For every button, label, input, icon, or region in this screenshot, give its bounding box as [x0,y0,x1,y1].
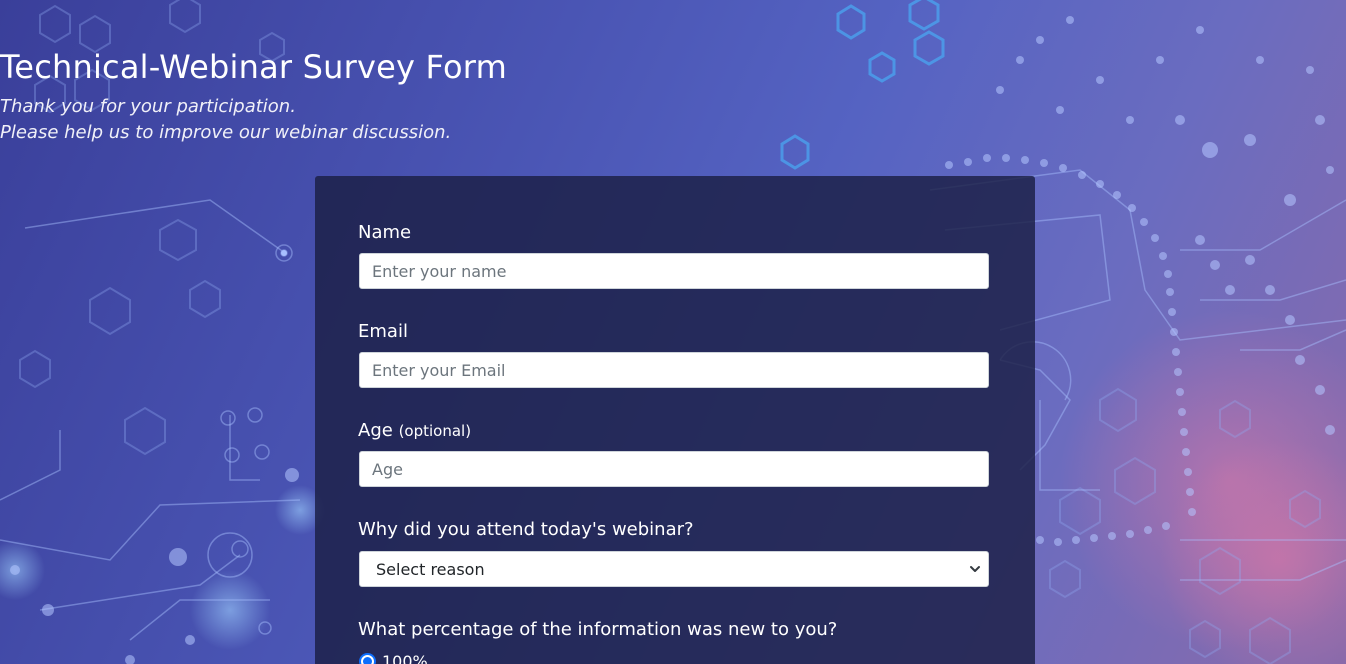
percentage-option-100[interactable]: 100% [359,652,428,664]
page-subtitle-thanks: Thank you for your participation. [0,96,296,117]
page-title: Technical-Webinar Survey Form [0,48,507,86]
name-label: Name [358,222,412,243]
percentage-radio-100[interactable] [359,653,376,664]
email-input[interactable] [359,352,989,388]
reason-select-value: Select reason [376,559,485,579]
percentage-label: What percentage of the information was n… [358,619,838,640]
name-input[interactable] [359,253,989,289]
age-label: Age (optional) [358,420,471,441]
age-optional-hint: (optional) [398,422,472,440]
reason-label: Why did you attend today's webinar? [358,519,694,540]
percentage-option-100-label: 100% [382,652,428,664]
chevron-down-icon [970,566,980,572]
age-input[interactable] [359,451,989,487]
reason-select[interactable]: Select reason [359,551,989,587]
survey-form-card: Name Email Age (optional) Why did you at… [315,176,1035,664]
page-subtitle-help: Please help us to improve our webinar di… [0,122,452,143]
age-label-text: Age [358,420,393,441]
email-label: Email [358,321,408,342]
